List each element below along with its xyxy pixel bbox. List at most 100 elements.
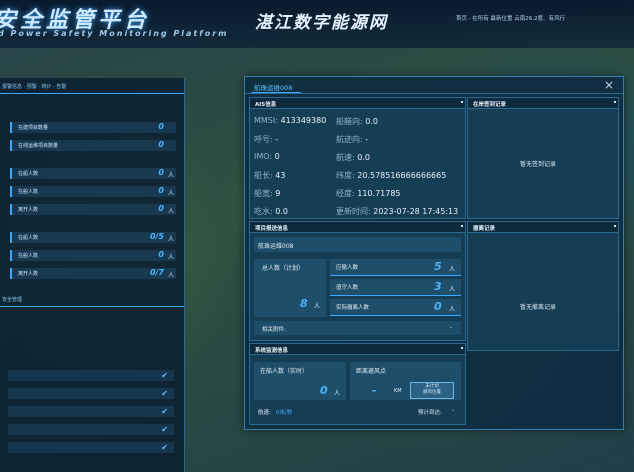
left-stat-label: 在船人数 (18, 235, 39, 241)
left-check-row[interactable]: ✔ (8, 406, 174, 417)
center-title: 湛江数字能源网 (255, 13, 388, 33)
shelter-distance-unit: KM (394, 388, 402, 394)
attachment-row: 相关附件: - (254, 321, 461, 335)
left-stat-value: 0 (158, 204, 164, 213)
left-stat-value: 0 (158, 186, 164, 195)
row-divider (330, 275, 461, 276)
corner-dot-icon (461, 101, 463, 103)
system-monitor-header: 系统监测信息 (250, 344, 465, 355)
left-stat-row[interactable]: 在船人数 0 人 (10, 186, 176, 197)
left-stat-unit: 人 (167, 172, 174, 179)
left-stat-label: 在建项目数量 (18, 125, 49, 131)
left-panel-tabs[interactable]: 报警信息 · 预警 · 统计 · 告警 (2, 83, 66, 90)
left-stat-label: 在船人数 (18, 171, 39, 177)
shelter-distance-panel: 距离避风点 - KM 未计划 避风位置 (350, 362, 461, 400)
actual-evacuate-row: 实际撤离人数 0 人 (330, 299, 461, 315)
ais-field-speed: 航速: 0.0 (336, 153, 370, 162)
left-stat-value: 0 (158, 140, 164, 149)
ais-info-header: AIS信息 (250, 98, 465, 109)
evacuation-record-box: 撤离记录 暂无撤离记录 (467, 221, 619, 351)
evacuation-record-title: 撤离记录 (473, 226, 496, 232)
speed-label: 航速: (258, 410, 271, 416)
attachment-label: 相关附件: (262, 327, 286, 333)
checkin-record-box: 在岸签到记录 暂无签到记录 (467, 97, 619, 219)
left-stat-label: 离开人数 (18, 207, 39, 213)
ais-field-draft: 吃水: 0.0 (254, 207, 288, 216)
ais-field-beam: 船宽: 9 (254, 189, 281, 198)
ais-field-callsign: 呼号: - (254, 135, 279, 144)
total-people-panel: 总人数（计划） 8 人 (254, 259, 326, 317)
row-divider (330, 295, 461, 296)
left-check-row[interactable]: ✔ (8, 388, 174, 399)
actual-evacuate-label: 实际撤离人数 (336, 305, 370, 311)
left-stat-row[interactable]: 在船人数 0/5 人 (10, 232, 176, 243)
left-stat-row[interactable]: 在船人数 0 人 (10, 168, 176, 179)
checkmark-icon: ✔ (161, 443, 168, 452)
eta-label: 预计到达: (418, 410, 442, 416)
corner-dot-icon (461, 225, 463, 227)
project-report-box: 项目报送信息 航珠运维008 总人数（计划） 8 人 应撤人数 5 人 值守人数… (249, 221, 466, 341)
should-evacuate-label: 应撤人数 (336, 265, 359, 271)
system-monitor-title: 系统监测信息 (255, 348, 289, 354)
vessel-detail-dialog: 航珠运维008 × AIS信息 MMSI: 413349380 船艏向: 0.0… (244, 76, 624, 430)
actual-evacuate-value: 0 (434, 300, 442, 313)
left-stat-unit: 人 (167, 236, 174, 243)
left-stat-row[interactable]: 离开人数 0/7 人 (10, 268, 176, 279)
plan-shelter-button[interactable]: 未计划 避风位置 (410, 382, 454, 399)
left-stat-row[interactable]: 在建项目数量 0 (10, 122, 176, 133)
top-header: 安全监管平台 d Power Safety Monitoring Platfor… (0, 0, 634, 48)
should-evacuate-value: 5 (434, 260, 442, 273)
ais-field-imo: IMO: 0 (254, 152, 280, 161)
left-stat-unit: 人 (167, 254, 174, 261)
left-stat-value: 0 (158, 122, 164, 131)
checkmark-icon: ✔ (161, 371, 168, 380)
shelter-distance-label: 距离避风点 (356, 368, 387, 375)
left-stat-unit: 人 (167, 208, 174, 215)
left-stat-row[interactable]: 在船人数 0 人 (10, 250, 176, 261)
left-stat-row[interactable]: 离开人数 0 人 (10, 204, 176, 215)
on-duty-unit: 人 (449, 286, 456, 293)
ais-field-heading: 船艏向: 0.0 (336, 117, 378, 126)
ship-name-row: 航珠运维008 (254, 237, 461, 252)
project-report-title: 项目报送信息 (255, 226, 289, 232)
attachment-value[interactable]: - (450, 325, 452, 331)
corner-dot-icon (461, 347, 463, 349)
onboard-people-value: 0 (320, 384, 328, 397)
total-people-value: 8 (300, 297, 308, 310)
checkin-empty-text: 暂无签到记录 (520, 161, 557, 168)
left-stat-label: 在船人数 (18, 189, 39, 195)
dialog-tab[interactable]: 航珠运维008 (251, 79, 301, 94)
project-report-header: 项目报送信息 (250, 222, 465, 233)
corner-dot-icon (614, 225, 616, 227)
eta-value: - (452, 408, 454, 414)
checkmark-icon: ✔ (161, 425, 168, 434)
checkmark-icon: ✔ (161, 407, 168, 416)
left-check-row[interactable]: ✔ (8, 442, 174, 453)
on-duty-row: 值守人数 3 人 (330, 279, 461, 295)
platform-subtitle: d Power Safety Monitoring Platform (0, 29, 229, 38)
dialog-tab-label: 航珠运维008 (254, 84, 293, 92)
ais-field-mmsi: MMSI: 413349380 (254, 116, 327, 125)
left-stat-unit: 人 (167, 190, 174, 197)
left-check-row[interactable]: ✔ (8, 424, 174, 435)
left-check-row[interactable]: ✔ (8, 370, 174, 381)
corner-dot-icon (614, 101, 616, 103)
left-stat-row[interactable]: 在线运维项目数量 0 (10, 140, 176, 151)
ais-info-box: AIS信息 MMSI: 413349380 船艏向: 0.0 呼号: - 航迹向… (249, 97, 466, 219)
evacuation-empty-text: 暂无撤离记录 (520, 304, 557, 311)
ais-field-longitude: 经度: 110.71785 (336, 189, 401, 198)
ais-field-course: 航迹向: - (336, 135, 369, 144)
on-duty-label: 值守人数 (336, 285, 359, 291)
close-icon[interactable]: × (603, 79, 615, 91)
left-stat-unit: 人 (167, 272, 174, 279)
dialog-divider (245, 93, 623, 94)
system-monitor-box: 系统监测信息 在船人数（实时） 0 人 距离避风点 - KM 未计划 避风位置 … (249, 343, 466, 425)
checkmark-icon: ✔ (161, 389, 168, 398)
row-divider (330, 315, 461, 316)
left-stat-label: 离开人数 (18, 271, 39, 277)
left-stat-value: 0 (158, 168, 164, 177)
onboard-people-unit: 人 (334, 390, 341, 397)
left-panel: 报警信息 · 预警 · 统计 · 告警 在建项目数量 0 在线运维项目数量 0 … (0, 78, 185, 472)
speed-value: 0米/秒 (276, 410, 293, 416)
should-evacuate-row: 应撤人数 5 人 (330, 259, 461, 275)
